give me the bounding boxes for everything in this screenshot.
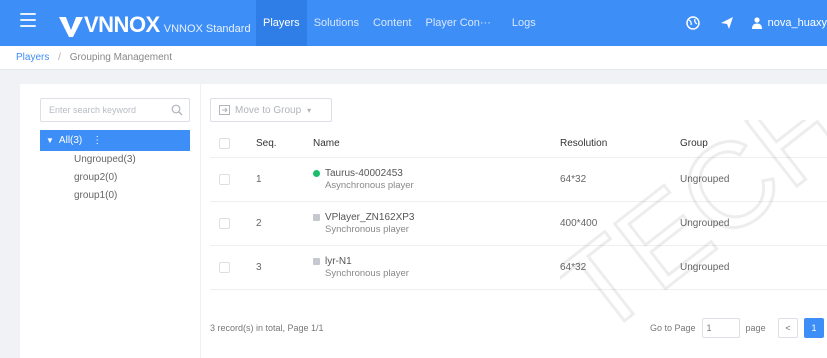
tree-node-all[interactable]: ▼ All(3) ⋮ xyxy=(40,130,190,151)
more-vertical-icon[interactable]: ⋮ xyxy=(92,130,102,151)
online-status-icon xyxy=(313,170,320,177)
row-resolution: 64*32 xyxy=(560,174,587,185)
breadcrumb-players-link[interactable]: Players xyxy=(16,52,49,63)
player-type: Synchronous player xyxy=(325,267,409,279)
table-row[interactable]: 1 Taurus-40002453 Asynchronous player 64… xyxy=(210,158,827,202)
row-resolution: 400*400 xyxy=(560,218,598,229)
globe-icon[interactable] xyxy=(676,0,710,46)
username: nova_huaxy xyxy=(767,17,827,29)
tree-node-group1[interactable]: group1(0) xyxy=(40,187,190,205)
row-seq: 2 xyxy=(256,218,262,229)
group-search-box xyxy=(40,98,190,122)
nav-solutions[interactable]: Solutions xyxy=(307,0,366,46)
row-group: Ungrouped xyxy=(680,218,730,229)
players-table: Seq. Name Resolution Group 1 Taurus-4000… xyxy=(210,130,827,290)
player-name: lyr-N1 xyxy=(325,255,352,267)
search-icon[interactable] xyxy=(171,104,183,116)
offline-status-icon xyxy=(313,258,320,265)
user-icon xyxy=(751,17,762,29)
move-to-group-button[interactable]: Move to Group ▾ xyxy=(210,98,332,122)
page-1-button[interactable]: 1 xyxy=(804,318,824,338)
grouping-panel: ▼ All(3) ⋮ Ungrouped(3) group2(0) group1… xyxy=(20,84,827,358)
send-icon[interactable] xyxy=(710,0,744,46)
row-name-cell: lyr-N1 Synchronous player xyxy=(313,256,409,280)
offline-status-icon xyxy=(313,214,320,221)
row-group: Ungrouped xyxy=(680,262,730,273)
chevron-down-icon: ▾ xyxy=(307,105,312,115)
top-navigation-bar: VNNOX VNNOX Standard Players Solutions C… xyxy=(0,0,827,46)
row-group: Ungrouped xyxy=(680,174,730,185)
nav-players[interactable]: Players xyxy=(256,0,307,46)
table-footer: 3 record(s) in total, Page 1/1 Go to Pag… xyxy=(210,314,827,344)
table-row[interactable]: 3 lyr-N1 Synchronous player 64*32 Ungrou… xyxy=(210,246,827,290)
tree-node-group2[interactable]: group2(0) xyxy=(40,169,190,187)
row-seq: 3 xyxy=(256,262,262,273)
tree-node-ungrouped[interactable]: Ungrouped(3) xyxy=(40,151,190,169)
main-nav: Players Solutions Content Player Con··· … xyxy=(256,0,543,46)
hamburger-menu-icon[interactable] xyxy=(20,13,36,29)
col-seq: Seq. xyxy=(256,138,277,149)
vnnox-logo-icon xyxy=(59,16,83,37)
row-checkbox[interactable] xyxy=(219,218,230,229)
col-name: Name xyxy=(313,137,340,149)
brand-edition: VNNOX Standard xyxy=(163,23,251,35)
brand-logo[interactable]: VNNOX VNNOX Standard xyxy=(58,9,251,39)
row-name-cell: VPlayer_ZN162XP3 Synchronous player xyxy=(313,212,415,236)
row-name-cell: Taurus-40002453 Asynchronous player xyxy=(313,168,414,192)
total-records: 3 record(s) in total, Page 1/1 xyxy=(210,323,324,333)
breadcrumb: Players / Grouping Management xyxy=(0,46,827,70)
pager: < 1 > xyxy=(778,318,827,338)
select-all-checkbox[interactable] xyxy=(219,138,230,149)
nav-content[interactable]: Content xyxy=(366,0,419,46)
player-type: Asynchronous player xyxy=(325,179,414,191)
col-resolution: Resolution xyxy=(560,138,608,149)
brand-name: VNNOX xyxy=(84,12,160,37)
row-checkbox[interactable] xyxy=(219,174,230,185)
row-resolution: 64*32 xyxy=(560,262,587,273)
breadcrumb-current: Grouping Management xyxy=(69,52,172,63)
breadcrumb-separator: / xyxy=(58,52,61,63)
nav-logs[interactable]: Logs xyxy=(498,0,543,46)
col-group: Group xyxy=(680,138,708,149)
tree-node-label: All(3) xyxy=(58,135,83,146)
player-name: Taurus-40002453 xyxy=(325,167,403,179)
player-type: Synchronous player xyxy=(325,223,409,235)
table-row[interactable]: 2 VPlayer_ZN162XP3 Synchronous player 40… xyxy=(210,202,827,246)
panel-divider xyxy=(200,84,201,358)
move-to-group-label: Move to Group xyxy=(235,104,302,116)
group-search-input[interactable] xyxy=(41,99,161,121)
group-tree: ▼ All(3) ⋮ Ungrouped(3) group2(0) group1… xyxy=(40,130,190,205)
player-name: VPlayer_ZN162XP3 xyxy=(325,211,415,223)
caret-down-icon[interactable]: ▼ xyxy=(46,130,54,151)
row-checkbox[interactable] xyxy=(219,262,230,273)
goto-label: Go to Page xyxy=(650,323,696,333)
goto-page: Go to Page page xyxy=(650,318,766,338)
table-header: Seq. Name Resolution Group xyxy=(210,130,827,158)
page-label: page xyxy=(745,323,766,333)
move-icon xyxy=(219,105,230,115)
row-seq: 1 xyxy=(256,174,262,185)
header-tools: nova_huaxy xyxy=(676,0,827,46)
prev-page-button[interactable]: < xyxy=(778,318,798,338)
goto-page-input[interactable] xyxy=(701,318,740,338)
nav-player-control[interactable]: Player Con··· xyxy=(418,0,497,46)
user-menu[interactable]: nova_huaxy xyxy=(744,17,827,29)
